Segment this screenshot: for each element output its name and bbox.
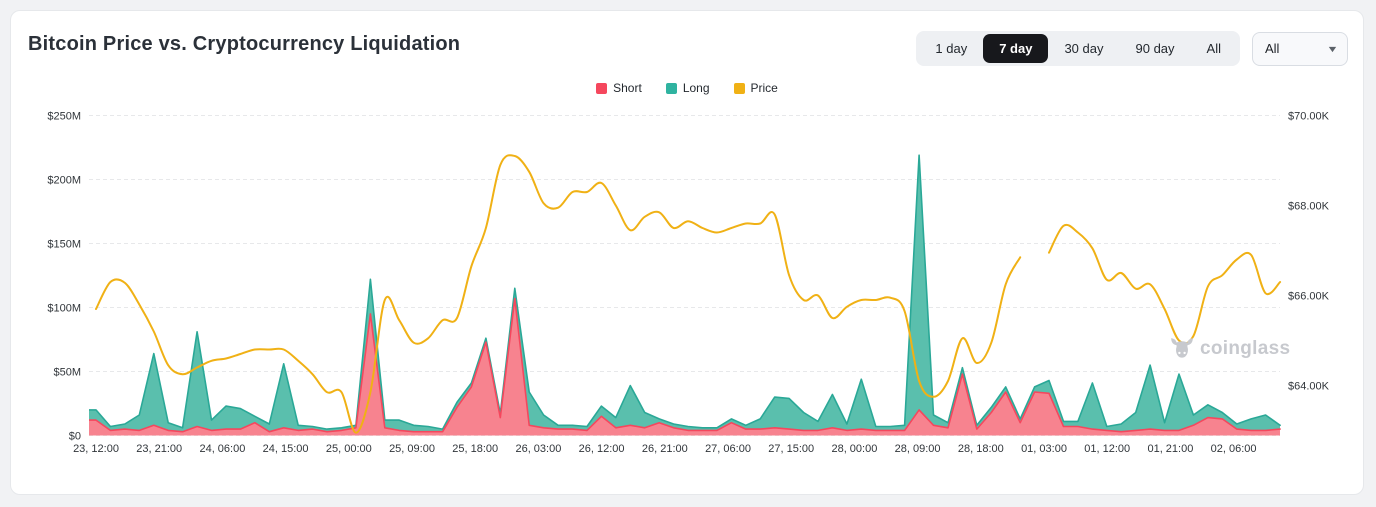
symbol-dropdown-value: All bbox=[1265, 41, 1280, 56]
x-axis-label: 23, 21:00 bbox=[136, 443, 182, 455]
x-axis-label: 01, 03:00 bbox=[1021, 443, 1067, 455]
x-axis-label: 25, 00:00 bbox=[326, 443, 372, 455]
x-axis-label: 28, 18:00 bbox=[958, 443, 1004, 455]
range-button-90-day[interactable]: 90 day bbox=[1120, 34, 1191, 63]
x-axis-label: 26, 21:00 bbox=[642, 443, 688, 455]
y-axis-left-label: $100M bbox=[47, 303, 81, 315]
x-axis-label: 26, 03:00 bbox=[515, 443, 561, 455]
coinglass-watermark-text: coinglass bbox=[1200, 338, 1291, 359]
range-button-30-day[interactable]: 30 day bbox=[1048, 34, 1119, 63]
x-axis-label: 01, 21:00 bbox=[1147, 443, 1193, 455]
y-axis-right-labels: $64.00K $66.00K $68.00K $70.00K bbox=[1288, 111, 1330, 393]
x-axis-labels: 23, 12:00 23, 21:00 24, 06:00 24, 15:00 25, … bbox=[73, 443, 1256, 455]
legend-label: Price bbox=[750, 81, 778, 95]
x-axis-label: 27, 06:00 bbox=[705, 443, 751, 455]
symbol-dropdown[interactable]: All ▼ bbox=[1252, 31, 1348, 66]
chart-legend: Short Long Price bbox=[11, 81, 1363, 95]
y-axis-right-label: $66.00K bbox=[1288, 291, 1330, 303]
legend-swatch-price bbox=[733, 82, 745, 94]
x-axis-label: 24, 15:00 bbox=[263, 443, 309, 455]
legend-label: Short bbox=[613, 81, 642, 95]
chevron-down-icon: ▼ bbox=[1326, 43, 1339, 54]
y-axis-right-label: $70.00K bbox=[1288, 111, 1330, 123]
range-button-all[interactable]: All bbox=[1191, 34, 1237, 63]
page-title: Bitcoin Price vs. Cryptocurrency Liquida… bbox=[28, 33, 461, 55]
y-axis-left-labels: $0 $50M $100M $150M $200M $250M bbox=[47, 111, 81, 443]
y-axis-left-label: $50M bbox=[53, 367, 81, 379]
coinglass-watermark: coinglass bbox=[1169, 336, 1290, 362]
legend-swatch-short bbox=[596, 82, 608, 94]
long-liquidation-area bbox=[89, 155, 1281, 436]
y-axis-left-label: $200M bbox=[47, 175, 81, 187]
x-axis-label: 28, 09:00 bbox=[895, 443, 941, 455]
y-axis-left-label: $150M bbox=[47, 239, 81, 251]
range-button-1-day[interactable]: 1 day bbox=[919, 34, 983, 63]
x-axis-label: 24, 06:00 bbox=[199, 443, 245, 455]
legend-item-short[interactable]: Short bbox=[596, 81, 642, 95]
chart-controls: 1 day 7 day 30 day 90 day All All ▼ bbox=[916, 31, 1348, 66]
x-axis-label: 01, 12:00 bbox=[1084, 443, 1130, 455]
coinglass-bull-icon bbox=[1171, 338, 1193, 358]
grid-lines bbox=[89, 115, 1280, 436]
y-axis-right-label: $68.00K bbox=[1288, 201, 1330, 213]
legend-item-long[interactable]: Long bbox=[665, 81, 710, 95]
y-axis-right-label: $64.00K bbox=[1288, 381, 1330, 393]
x-axis-label: 27, 15:00 bbox=[768, 443, 814, 455]
chart-card: $0 $50M $100M $150M $200M $250M $64.00K $66.00K… bbox=[10, 10, 1364, 495]
y-axis-left-label: $0 bbox=[69, 431, 81, 443]
price-line bbox=[95, 154, 1282, 434]
range-button-7-day[interactable]: 7 day bbox=[983, 34, 1049, 63]
time-range-button-group: 1 day 7 day 30 day 90 day All bbox=[916, 31, 1240, 66]
x-axis-label: 26, 12:00 bbox=[579, 443, 625, 455]
x-axis-label: 02, 06:00 bbox=[1211, 443, 1257, 455]
y-axis-left-label: $250M bbox=[47, 111, 81, 123]
legend-label: Long bbox=[682, 81, 710, 95]
legend-swatch-long bbox=[665, 82, 677, 94]
legend-item-price[interactable]: Price bbox=[733, 81, 778, 95]
x-axis-label: 25, 18:00 bbox=[452, 443, 498, 455]
x-axis-label: 25, 09:00 bbox=[389, 443, 435, 455]
x-axis-label: 28, 00:00 bbox=[831, 443, 877, 455]
x-axis-label: 23, 12:00 bbox=[73, 443, 119, 455]
long-liquidation-outline bbox=[89, 154, 1281, 430]
